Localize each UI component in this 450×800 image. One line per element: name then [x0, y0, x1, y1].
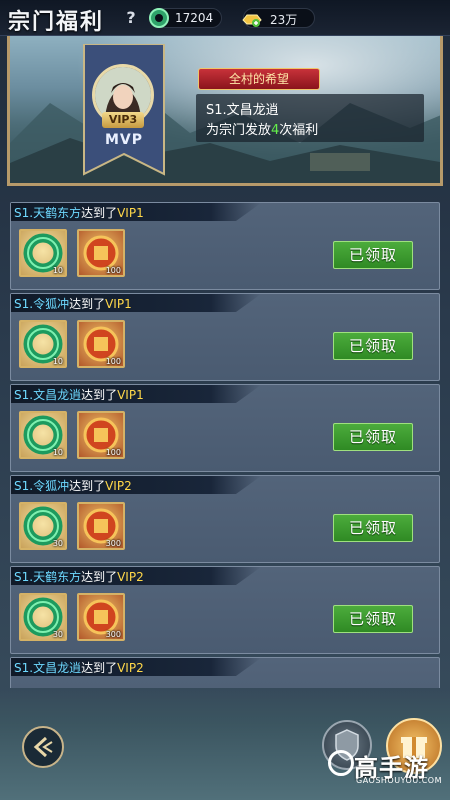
back-arrow-icon: [33, 736, 53, 758]
mvp-label: MVP: [104, 132, 144, 148]
player-name: S1.天鹤东方: [14, 570, 82, 584]
list-item: S1.天鹤东方达到了VIP2 30 300 已领取: [10, 566, 440, 654]
coin-reward[interactable]: 100: [77, 320, 125, 368]
card-title: S1.令狐冲达到了VIP1: [14, 295, 132, 312]
claimed-button[interactable]: 已领取: [333, 423, 413, 451]
list-item: S1.天鹤东方达到了VIP1 10 100 已领取: [10, 202, 440, 290]
reached-text: 达到了: [81, 388, 118, 402]
jade-amount: 17204: [175, 11, 214, 25]
coin-reward[interactable]: 100: [77, 411, 125, 459]
reached-text: 达到了: [81, 206, 118, 220]
vip-level: VIP2: [117, 570, 144, 584]
jade-count: 30: [52, 539, 63, 548]
jade-count: 30: [52, 630, 63, 639]
jade-count: 10: [52, 266, 63, 275]
title-ribbon: 全村的希望: [198, 68, 320, 90]
summary-prefix: 为宗门发放: [206, 123, 272, 138]
list-item: S1.文昌龙逍达到了VIP2: [10, 657, 440, 688]
sect-welfare-banner: VIP3 MVP 全村的希望 S1.文昌龙逍 为宗门发放4次福利: [7, 36, 443, 186]
jade-count: 10: [52, 448, 63, 457]
claimed-button[interactable]: 已领取: [333, 514, 413, 542]
help-button[interactable]: ?: [122, 8, 140, 28]
player-name: S1.文昌龙逍: [14, 388, 82, 402]
reached-text: 达到了: [69, 297, 106, 311]
gold-currency: 23万: [242, 8, 315, 28]
claimed-button[interactable]: 已领取: [333, 605, 413, 633]
jade-reward[interactable]: 10: [19, 320, 67, 368]
vip-level: VIP1: [117, 206, 144, 220]
player-name: S1.天鹤东方: [14, 206, 82, 220]
summary-suffix: 次福利: [279, 123, 319, 138]
jade-reward[interactable]: 10: [19, 411, 67, 459]
coin-reward[interactable]: 100: [77, 229, 125, 277]
list-item: S1.令狐冲达到了VIP2 30 300 已领取: [10, 475, 440, 563]
benefactor-name: S1.文昌龙逍: [206, 103, 279, 118]
coin-reward[interactable]: 300: [77, 593, 125, 641]
card-title: S1.天鹤东方达到了VIP2: [14, 568, 144, 585]
vip-level: VIP2: [105, 479, 132, 493]
coin-count: 100: [105, 357, 121, 366]
list-item: S1.令狐冲达到了VIP1 10 100 已领取: [10, 293, 440, 381]
player-name: S1.令狐冲: [14, 297, 70, 311]
reached-text: 达到了: [81, 661, 118, 675]
top-bar: 宗门福利 ? 17204 23万: [0, 0, 450, 36]
card-title: S1.令狐冲达到了VIP2: [14, 477, 132, 494]
benefactor-info: S1.文昌龙逍 为宗门发放4次福利: [196, 94, 424, 142]
reached-text: 达到了: [81, 570, 118, 584]
jade-ring-icon: [149, 8, 169, 28]
vip-level: VIP1: [105, 297, 132, 311]
watermark-logo-icon: [328, 750, 354, 776]
vip-level: VIP2: [117, 661, 144, 675]
page-title: 宗门福利: [8, 9, 105, 35]
list-item: S1.文昌龙逍达到了VIP1 10 100 已领取: [10, 384, 440, 472]
coin-reward[interactable]: 300: [77, 502, 125, 550]
card-title: S1.文昌龙逍达到了VIP2: [14, 659, 144, 676]
benefactor-summary: 为宗门发放4次福利: [206, 119, 318, 138]
player-name: S1.令狐冲: [14, 479, 70, 493]
bottom-bar: 高手游 GAOSHOUYOU.COM: [0, 690, 450, 800]
reached-text: 达到了: [69, 479, 106, 493]
card-title: S1.文昌龙逍达到了VIP1: [14, 386, 144, 403]
coin-count: 300: [105, 539, 121, 548]
watermark-url: GAOSHOUYOU.COM: [356, 776, 443, 785]
welfare-list[interactable]: S1.天鹤东方达到了VIP1 10 100 已领取 S1.令狐冲达到了VIP1 …: [10, 202, 440, 688]
vip-level-tag: VIP3: [102, 112, 144, 128]
gold-ingot-icon: [242, 14, 262, 27]
claimed-button[interactable]: 已领取: [333, 332, 413, 360]
jade-currency: 17204: [149, 8, 222, 28]
jade-reward[interactable]: 30: [19, 502, 67, 550]
claimed-button[interactable]: 已领取: [333, 241, 413, 269]
player-name: S1.文昌龙逍: [14, 661, 82, 675]
coin-count: 100: [105, 266, 121, 275]
watermark: 高手游 GAOSHOUYOU.COM: [328, 748, 448, 788]
card-title: S1.天鹤东方达到了VIP1: [14, 204, 144, 221]
jade-reward[interactable]: 10: [19, 229, 67, 277]
coin-count: 100: [105, 448, 121, 457]
coin-count: 300: [105, 630, 121, 639]
vip-level: VIP1: [117, 388, 144, 402]
gold-amount: 23万: [270, 13, 298, 27]
jade-reward[interactable]: 30: [19, 593, 67, 641]
back-button[interactable]: [22, 726, 64, 768]
jade-count: 10: [52, 357, 63, 366]
